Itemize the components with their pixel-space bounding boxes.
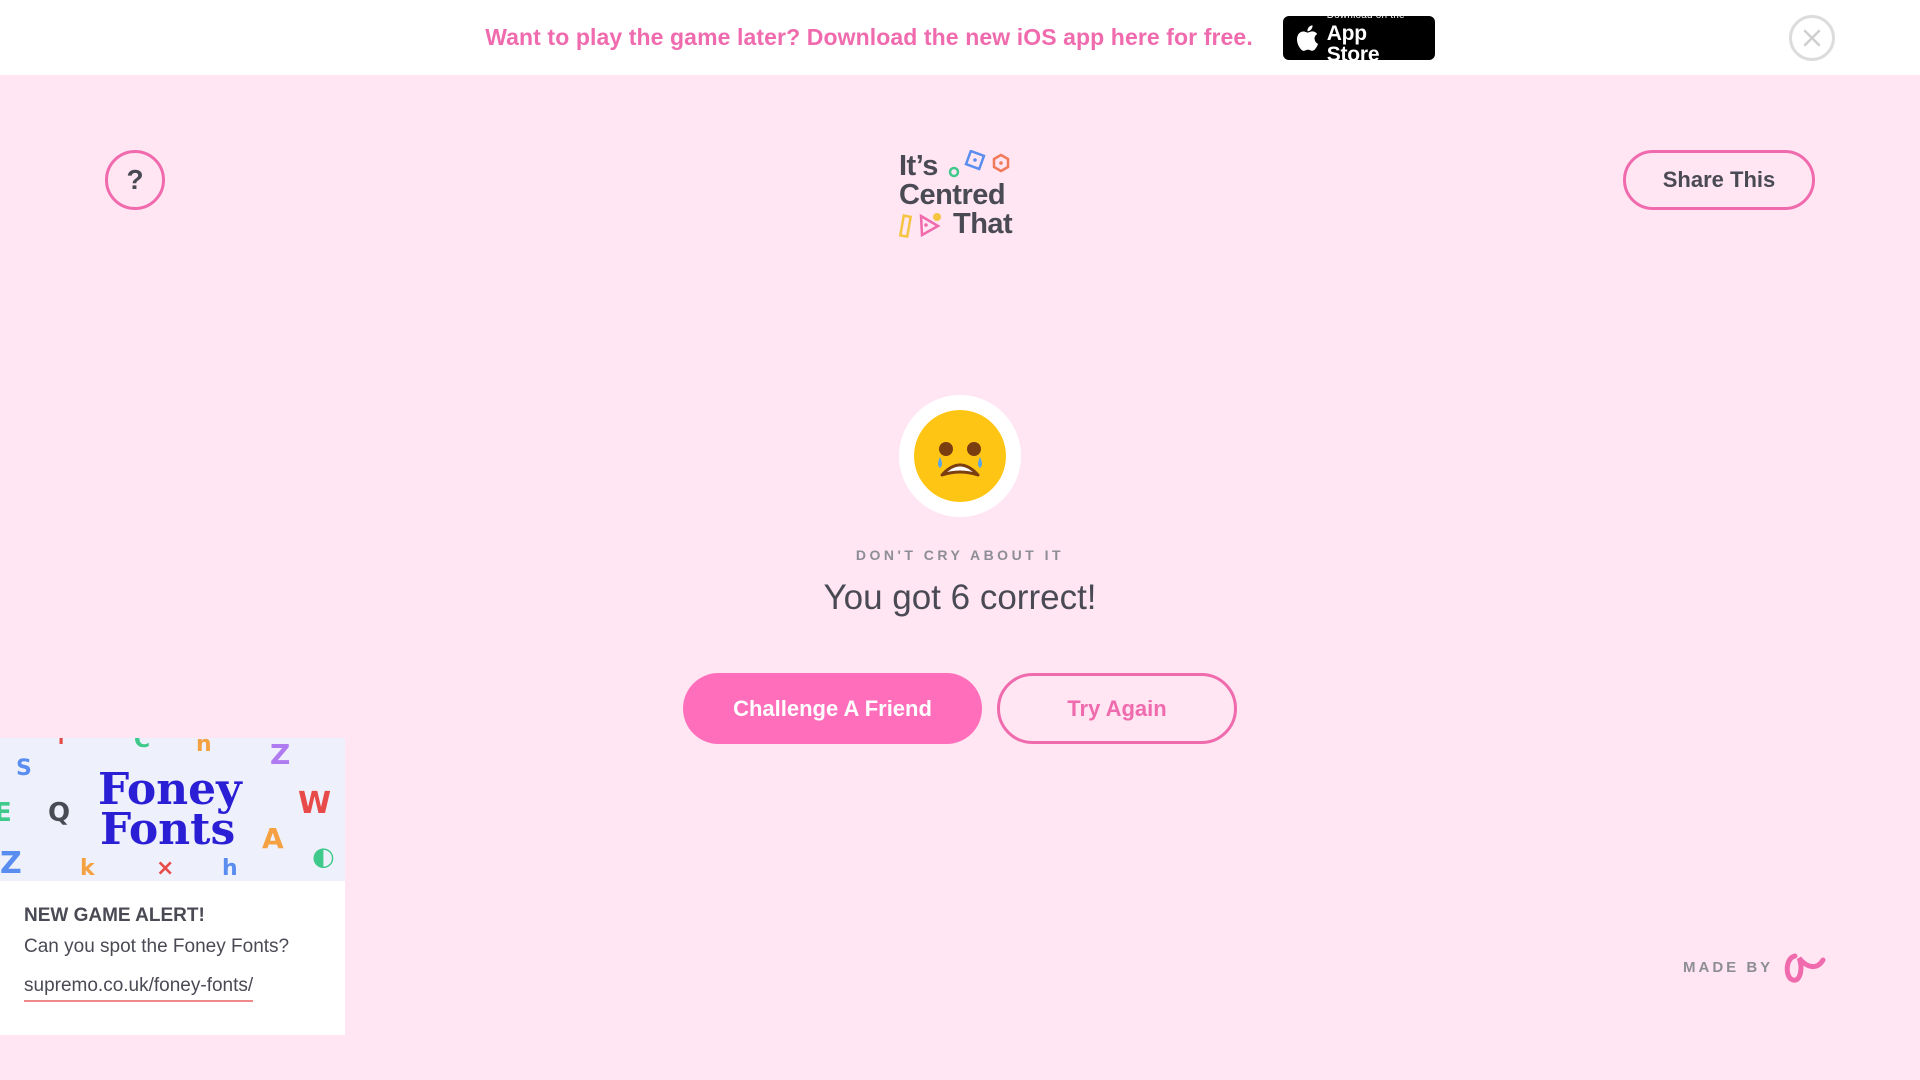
score-text: You got 6 correct! bbox=[823, 578, 1097, 617]
site-logo[interactable]: It’s Centred That bbox=[898, 150, 1028, 242]
decor-letter: W bbox=[298, 786, 332, 821]
decor-letter: h bbox=[222, 856, 238, 881]
decor-letter: E bbox=[0, 798, 12, 828]
maker-logo-icon[interactable] bbox=[1783, 950, 1827, 984]
decor-letter: Z bbox=[270, 738, 291, 771]
app-store-badge[interactable]: Download on the App Store bbox=[1282, 10, 1435, 65]
crying-face-icon bbox=[914, 410, 1006, 502]
result-emoji-container bbox=[899, 395, 1021, 517]
decor-letter: n bbox=[196, 738, 212, 757]
banner-close-button[interactable] bbox=[1789, 15, 1835, 61]
made-by-credit: MADE BY bbox=[1683, 950, 1827, 984]
apple-icon bbox=[1296, 24, 1318, 51]
help-button[interactable]: ? bbox=[105, 150, 165, 210]
share-button[interactable]: Share This bbox=[1623, 150, 1815, 210]
decor-letter: ◐ bbox=[312, 842, 335, 872]
challenge-friend-button[interactable]: Challenge A Friend bbox=[683, 673, 982, 744]
promo-description: Can you spot the Foney Fonts? bbox=[24, 936, 290, 957]
badge-small-text: Download on the bbox=[1326, 9, 1405, 21]
promo-link[interactable]: supremo.co.uk/foney-fonts/ bbox=[24, 975, 254, 1002]
new-game-promo-card[interactable]: Foney Fonts S Q E Z W A ◐ Z k × h C n r … bbox=[0, 738, 345, 1035]
try-again-button[interactable]: Try Again bbox=[997, 673, 1237, 744]
result-subheading: DON'T CRY ABOUT IT bbox=[855, 547, 1065, 563]
made-by-label: MADE BY bbox=[1683, 958, 1774, 976]
decor-letter: r bbox=[58, 738, 67, 749]
decor-letter: × bbox=[156, 856, 175, 881]
decor-letter: C bbox=[134, 738, 151, 753]
close-icon bbox=[1803, 29, 1821, 47]
app-download-banner: Want to play the game later? Download th… bbox=[0, 0, 1920, 75]
decor-letter: S bbox=[16, 756, 32, 781]
decor-letter: Q bbox=[48, 798, 71, 828]
decor-letter: A bbox=[262, 822, 284, 855]
logo-shapes-icon bbox=[898, 150, 1010, 238]
promo-title-line-2: Fonts bbox=[100, 804, 236, 855]
decor-letter: Z bbox=[0, 846, 22, 881]
banner-text[interactable]: Want to play the game later? Download th… bbox=[485, 24, 1253, 51]
promo-heading: NEW GAME ALERT! bbox=[24, 905, 205, 926]
badge-big-text: App Store bbox=[1326, 21, 1380, 66]
promo-image[interactable]: Foney Fonts S Q E Z W A ◐ Z k × h C n r bbox=[0, 738, 345, 881]
decor-letter: k bbox=[80, 856, 95, 881]
